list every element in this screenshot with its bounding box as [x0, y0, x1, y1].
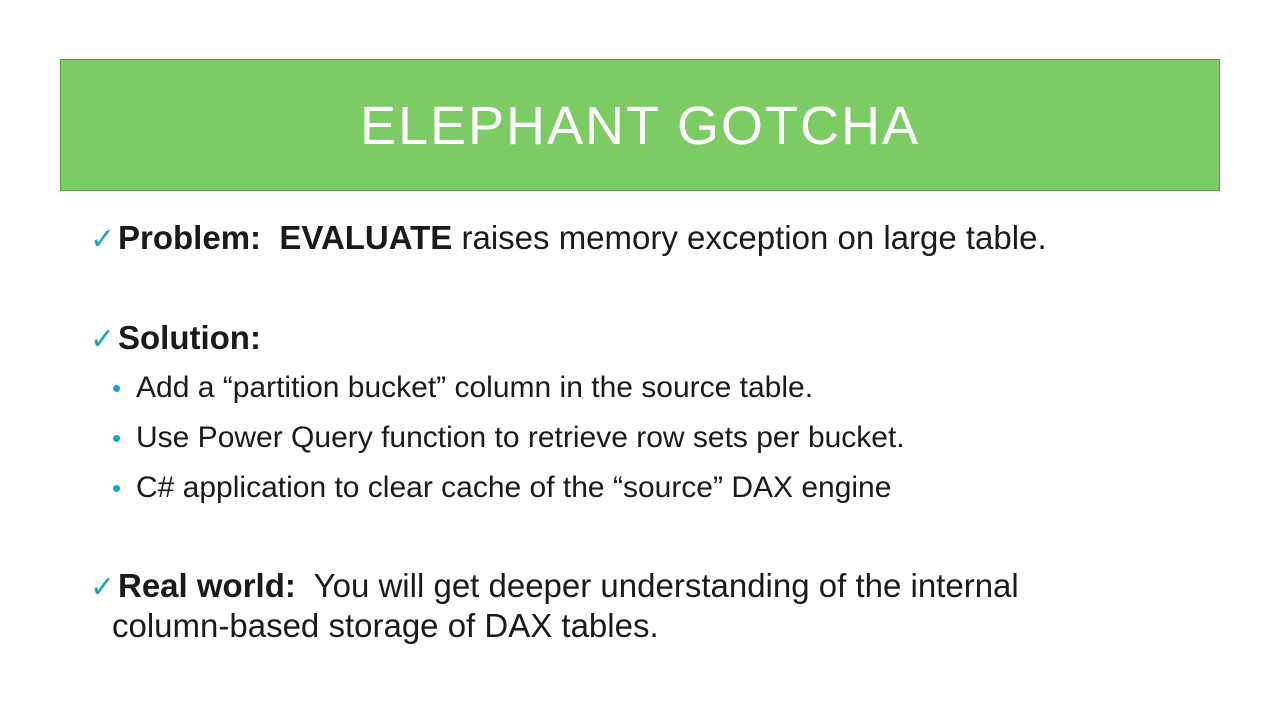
real-world-continuation: column-based storage of DAX tables.: [112, 607, 659, 644]
slide-title: ELEPHANT GOTCHA: [359, 96, 921, 156]
problem-emphasis: EVALUATE: [279, 219, 453, 256]
solution-label: Solution:: [118, 319, 261, 356]
subitem-text: C# application to clear cache of the “so…: [136, 471, 892, 504]
check-icon: ✓: [90, 323, 116, 356]
check-icon: ✓: [90, 223, 116, 256]
subitem-text: Use Power Query function to retrieve row…: [136, 421, 905, 454]
subitem-text: Add a “partition bucket” column in the s…: [136, 371, 814, 404]
problem-text: raises memory exception on large table.: [452, 219, 1047, 256]
real-world-label: Real world:: [118, 567, 296, 604]
problem-item: ✓Problem: EVALUATE raises memory excepti…: [90, 218, 1047, 260]
bullet-icon: •: [112, 423, 122, 453]
bullet-icon: •: [112, 473, 122, 503]
solution-subitem: • Use Power Query function to retrieve ro…: [112, 420, 905, 456]
solution-subitem: • C# application to clear cache of the “s…: [112, 470, 891, 506]
solution-subitem: • Add a “partition bucket” column in the …: [112, 370, 813, 406]
bullet-icon: •: [112, 373, 122, 403]
title-banner: ELEPHANT GOTCHA: [60, 59, 1220, 191]
check-icon: ✓: [90, 571, 116, 604]
solution-item: ✓Solution:: [90, 318, 261, 360]
real-world-text: You will get deeper understanding of the…: [313, 567, 1019, 604]
real-world-item: ✓Real world: You will get deeper underst…: [90, 566, 1019, 608]
problem-label: Problem:: [118, 219, 262, 256]
